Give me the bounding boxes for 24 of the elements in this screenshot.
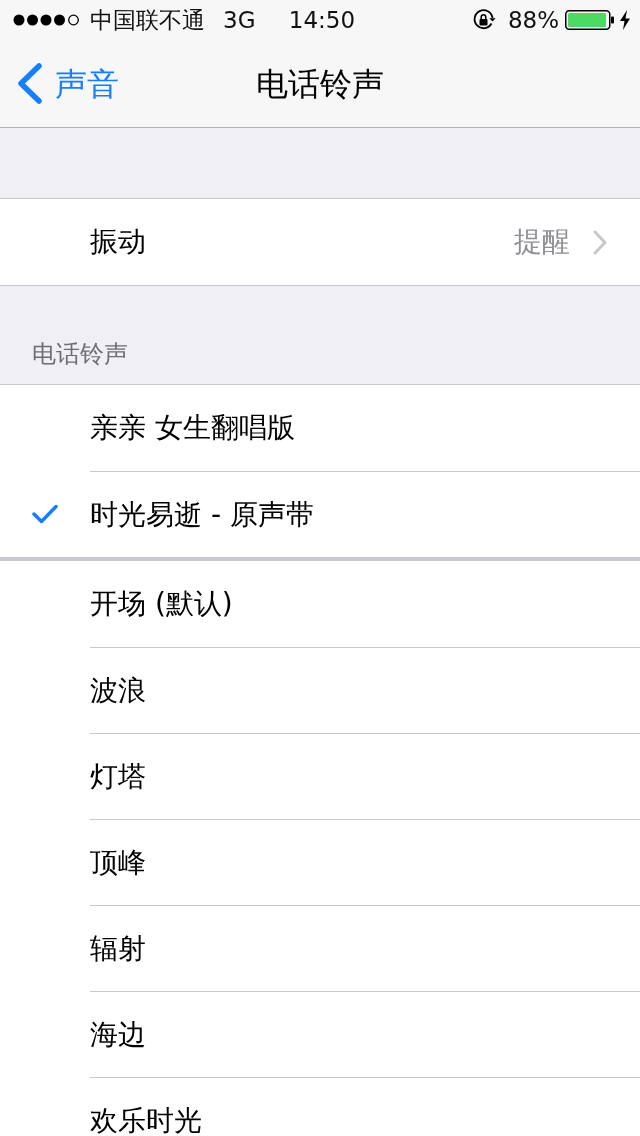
ringtone-name: 开场 (默认) bbox=[90, 586, 233, 622]
lightning-bolt-icon bbox=[619, 10, 631, 30]
ringtone-name: 顶峰 bbox=[90, 844, 146, 881]
section-header: 电话铃声 bbox=[32, 339, 128, 369]
ringtone-name: 亲亲 女生翻唱版 bbox=[90, 410, 295, 446]
ringtone-name: 灯塔 bbox=[90, 758, 146, 795]
ringtone-name: 辐射 bbox=[90, 930, 146, 967]
ringtone-name: 欢乐时光 bbox=[90, 1102, 202, 1136]
ringtone-name: 时光易逝 - 原声带 bbox=[90, 496, 314, 533]
ringtone-name: 波浪 bbox=[90, 672, 146, 709]
signal-strength-icon bbox=[13, 14, 80, 26]
status-time: 14:50 bbox=[288, 6, 356, 34]
battery-percent: 88% bbox=[507, 6, 559, 34]
setting-label: 振动 bbox=[90, 224, 147, 260]
chevron-right-icon bbox=[593, 229, 607, 255]
page-title: 电话铃声 bbox=[256, 63, 384, 104]
network-type: 3G bbox=[223, 6, 256, 34]
back-button[interactable]: 声音 bbox=[14, 60, 121, 107]
carrier-name: 中国联不通 bbox=[90, 6, 205, 34]
setting-value: 提醒 bbox=[514, 224, 570, 260]
rotation-lock-icon bbox=[471, 8, 496, 32]
ringtone-name: 海边 bbox=[90, 1016, 146, 1053]
chevron-left-icon bbox=[16, 63, 42, 104]
battery-icon bbox=[565, 10, 614, 30]
